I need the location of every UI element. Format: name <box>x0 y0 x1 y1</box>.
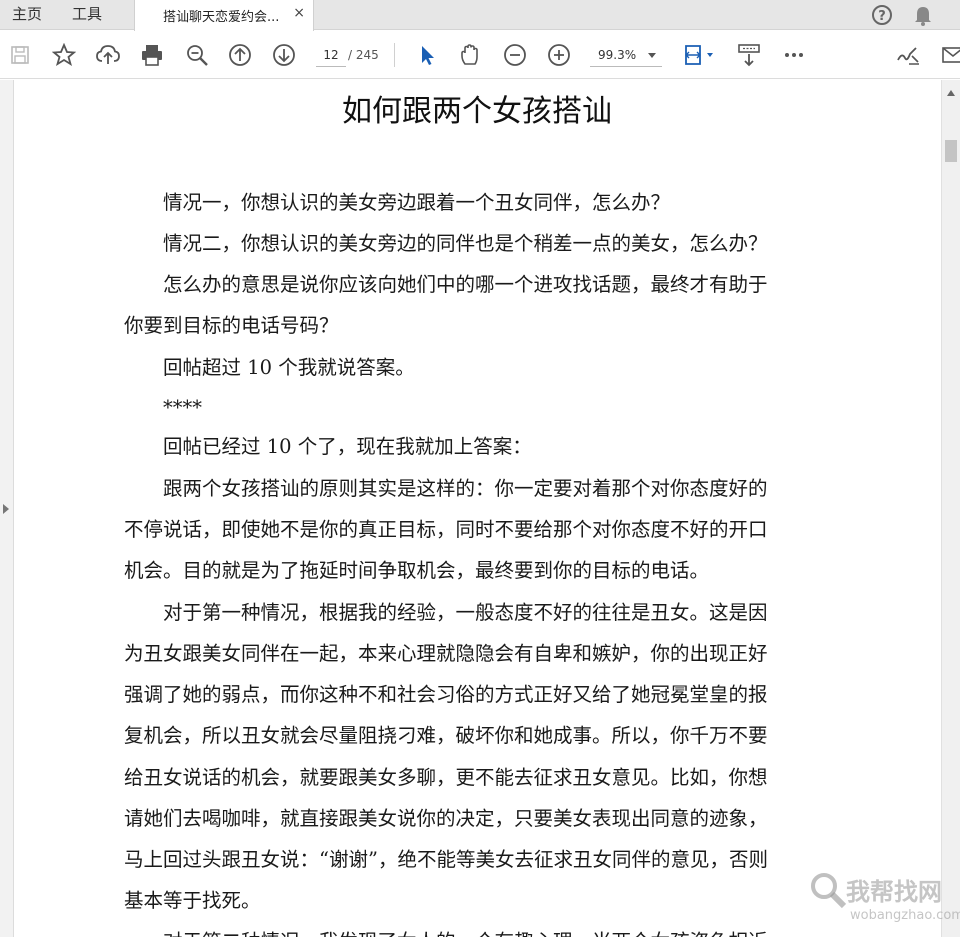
arrow-down-circle-icon[interactable] <box>270 41 298 69</box>
toolbar: 12 / 245 99.3% <box>0 31 960 79</box>
zoom-out-magnifier-icon[interactable] <box>183 41 211 69</box>
document-line: 强调了她的弱点，而你这种不和社会习俗的方式正好又给了她冠冕堂皇的报 <box>124 683 768 706</box>
close-tab-button[interactable]: × <box>293 5 305 21</box>
printer-icon[interactable] <box>138 41 166 69</box>
help-icon[interactable]: ? <box>870 2 896 28</box>
document-line: 基本等于找死。 <box>124 889 261 912</box>
email-icon[interactable] <box>938 41 960 69</box>
zoom-level-value: 99.3% <box>598 48 637 62</box>
tab-document[interactable]: 搭讪聊天恋爱约会... × <box>134 0 314 31</box>
left-panel-toggle[interactable] <box>0 80 14 937</box>
document-line: 复机会，所以丑女就会尽量阻挠刁难，破坏你和她成事。所以，你千万不要 <box>124 724 768 747</box>
page-number-input[interactable]: 12 <box>316 43 346 67</box>
document-line: 马上回过头跟丑女说：“谢谢”，绝不能等美女去征求丑女同伴的意见，否则 <box>124 848 768 871</box>
document-line: 给丑女说话的机会，就要跟美女多聊，更不能去征求丑女意见。比如，你想 <box>124 766 768 789</box>
tab-tools[interactable]: 工具 <box>72 0 102 30</box>
document-line: 为丑女跟美女同伴在一起，本来心理就隐隐会有自卑和嫉妒，你的出现正好 <box>124 642 768 665</box>
watermark-text: 我帮找网 <box>846 878 942 906</box>
document-line: 对于第一种情况，根据我的经验，一般态度不好的往往是丑女。这是因 <box>124 601 768 624</box>
document-line: 怎么办的意思是说你应该向她们中的哪一个进攻找话题，最终才有助于 <box>124 273 768 296</box>
document-title: 如何跟两个女孩搭讪 <box>342 94 612 129</box>
bell-icon[interactable] <box>911 2 937 28</box>
svg-text:?: ? <box>878 9 886 24</box>
document-line: 机会。目的就是为了拖延时间争取机会，最终要到你的目标的电话。 <box>124 559 710 582</box>
document-line: **** <box>124 396 203 419</box>
vertical-scrollbar[interactable] <box>941 80 960 937</box>
document-tab-title: 搭讪聊天恋爱约会... <box>163 10 280 25</box>
chevron-right-icon <box>3 504 9 514</box>
arrow-up-circle-icon[interactable] <box>226 41 254 69</box>
tab-home[interactable]: 主页 <box>12 0 42 30</box>
plus-circle-icon[interactable] <box>545 41 573 69</box>
document-line: 回帖超过 10 个我就说答案。 <box>124 356 415 379</box>
tab-bar: 主页 工具 搭讪聊天恋爱约会... × ? <box>0 0 960 31</box>
document-line: 回帖已经过 10 个了，现在我就加上答案： <box>124 435 532 458</box>
hand-icon[interactable] <box>456 41 484 69</box>
sign-icon[interactable] <box>894 41 922 69</box>
watermark: 我帮找网 wobangzhao.com <box>806 868 960 934</box>
scrollbar-thumb[interactable] <box>945 140 957 162</box>
watermark-url: wobangzhao.com <box>850 908 960 923</box>
star-icon[interactable] <box>50 41 78 69</box>
magnifier-logo-icon <box>811 873 847 909</box>
minus-circle-icon[interactable] <box>501 41 529 69</box>
document-line: 跟两个女孩搭讪的原则其实是这样的：你一定要对着那个对你态度好的 <box>124 477 768 500</box>
document-line: 你要到目标的电话号码？ <box>124 314 339 337</box>
document-line: 不停说话，即使她不是你的真正目标，同时不要给那个对你态度不好的开口 <box>124 518 768 541</box>
scroll-mode-icon[interactable] <box>735 41 763 69</box>
pointer-icon[interactable] <box>413 41 441 69</box>
document-line: 请她们去喝咖啡，就直接跟美女说你的决定，只要美女表现出同意的迹象， <box>124 807 768 830</box>
cloud-upload-icon[interactable] <box>94 41 122 69</box>
zoom-level-select[interactable]: 99.3% <box>590 43 662 67</box>
scroll-up-icon[interactable] <box>947 90 955 96</box>
more-icon[interactable] <box>780 41 808 69</box>
document-line: 情况一，你想认识的美女旁边跟着一个丑女同伴，怎么办？ <box>124 191 671 214</box>
document-page: 如何跟两个女孩搭讪 情况一，你想认识的美女旁边跟着一个丑女同伴，怎么办？ 情况二… <box>15 80 941 937</box>
save-icon[interactable] <box>6 41 34 69</box>
chevron-down-icon <box>648 53 656 58</box>
page-total: / 245 <box>348 48 379 62</box>
document-line: 情况二，你想认识的美女旁边的同伴也是个稍差一点的美女，怎么办？ <box>124 232 768 255</box>
document-line: 对于第二种情况，我发现了女人的一个有趣心理，当两个女孩姿色相近 <box>124 925 834 937</box>
toolbar-divider <box>394 43 395 67</box>
fit-page-icon[interactable] <box>682 41 718 69</box>
